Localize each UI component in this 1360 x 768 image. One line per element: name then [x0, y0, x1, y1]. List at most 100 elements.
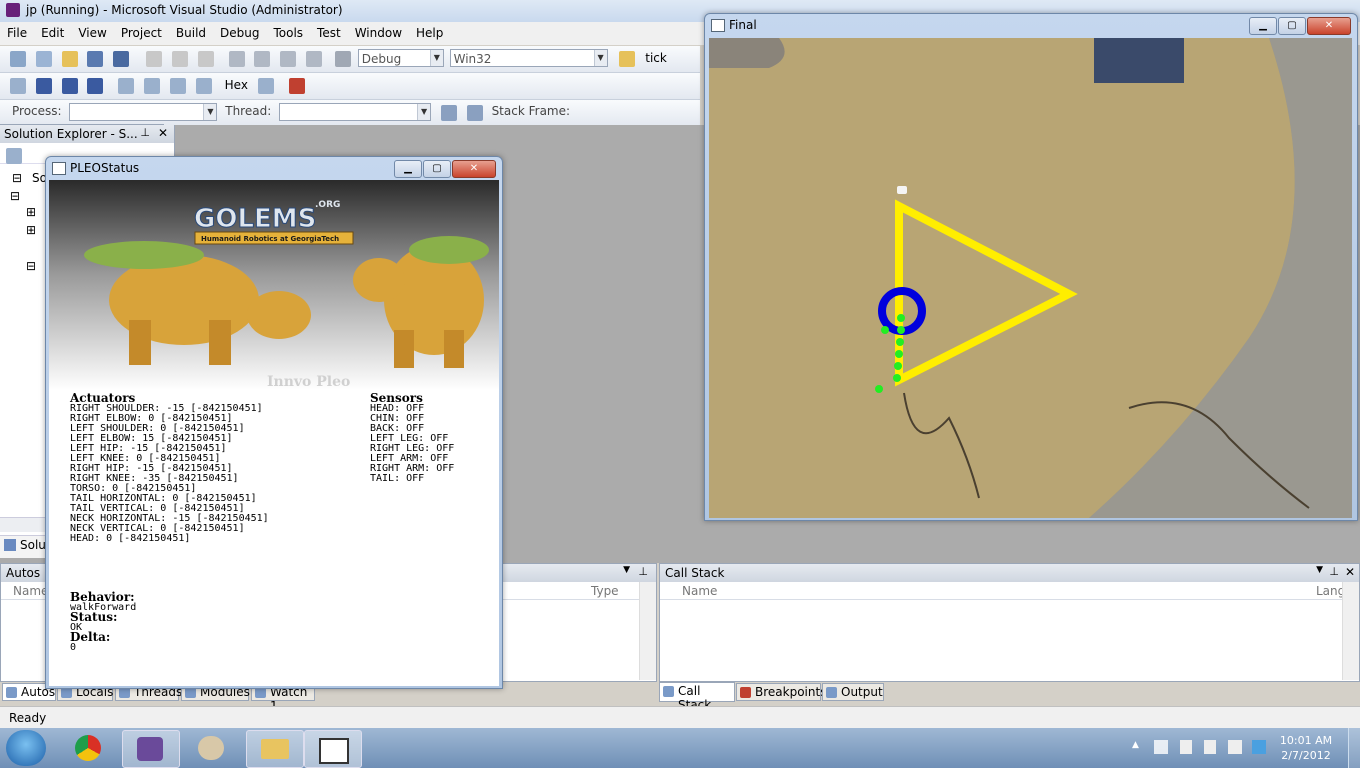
trajectory-dot	[893, 374, 901, 382]
step-out-icon[interactable]	[195, 78, 212, 94]
step-over-icon[interactable]	[169, 78, 186, 94]
network-signal-icon[interactable]	[1228, 740, 1242, 754]
camera-frame	[709, 38, 1352, 518]
tab-output[interactable]: Output	[822, 683, 884, 701]
close-icon[interactable]: ✕	[1345, 565, 1355, 579]
maximize-button[interactable]: ▢	[423, 160, 451, 178]
new-project-icon[interactable]	[10, 51, 26, 67]
menu-debug[interactable]: Debug	[213, 22, 266, 40]
close-icon[interactable]: ✕	[158, 126, 168, 140]
open-file-icon[interactable]	[61, 51, 78, 67]
filter-icon[interactable]	[440, 105, 457, 121]
vertical-scrollbar[interactable]	[1342, 582, 1359, 680]
column-language[interactable]: Lang	[1316, 584, 1345, 598]
restart-icon[interactable]	[87, 78, 104, 94]
cut-icon[interactable]	[146, 51, 163, 67]
taskbar-explorer[interactable]	[246, 730, 304, 768]
tab-call-stack[interactable]: Call Stack	[659, 682, 735, 712]
undo-icon[interactable]	[228, 51, 245, 67]
menu-test[interactable]: Test	[310, 22, 348, 40]
tab-breakpoints[interactable]: Breakpoints	[736, 683, 826, 701]
tree-expand-icon[interactable]: ⊟	[10, 189, 20, 203]
tray-clock[interactable]: 10:01 AM 2/7/2012	[1276, 733, 1336, 763]
hex-toggle-button[interactable]: Hex	[225, 78, 248, 92]
action-center-flag-icon[interactable]	[1154, 740, 1168, 754]
chrome-icon	[75, 735, 101, 761]
start-debugging-icon[interactable]	[334, 51, 351, 67]
save-all-icon[interactable]	[113, 51, 130, 67]
break-all-icon[interactable]	[35, 78, 52, 94]
find-in-files-icon[interactable]	[619, 51, 636, 67]
save-icon[interactable]	[87, 51, 104, 67]
dropbox-icon[interactable]	[1252, 740, 1266, 754]
menu-view[interactable]: View	[71, 22, 113, 40]
menu-tools[interactable]: Tools	[266, 22, 310, 40]
menu-file[interactable]: File	[0, 22, 34, 40]
find-input[interactable]: tick	[642, 49, 682, 67]
debug-toolbar: Hex	[0, 73, 700, 100]
volume-icon[interactable]	[1204, 740, 1216, 754]
menu-edit[interactable]: Edit	[34, 22, 71, 40]
dinosaur-left-leg	[129, 320, 151, 365]
pin-icon[interactable]: ⊥	[638, 565, 648, 578]
vertical-scrollbar[interactable]	[639, 582, 656, 680]
taskbar-paint[interactable]	[184, 730, 240, 766]
breakpoints-icon[interactable]	[288, 78, 305, 94]
menu-project[interactable]: Project	[114, 22, 169, 40]
solution-platform-select[interactable]: Win32 ▼	[449, 49, 608, 67]
thread-select[interactable]: ▼	[279, 103, 432, 121]
minimize-button[interactable]: ▁	[1249, 17, 1277, 35]
menu-help[interactable]: Help	[409, 22, 450, 40]
process-select[interactable]: ▼	[69, 103, 218, 121]
taskbar-app-window[interactable]	[304, 730, 362, 768]
minimize-button[interactable]: ▁	[394, 160, 422, 178]
chevron-down-icon[interactable]: ▼	[1316, 565, 1323, 575]
pin-icon[interactable]: ⊥	[1329, 565, 1339, 578]
close-button[interactable]: ✕	[1307, 17, 1351, 35]
menu-window[interactable]: Window	[348, 22, 409, 40]
menu-build[interactable]: Build	[169, 22, 213, 40]
tree-expand-icon[interactable]: ⊟	[12, 171, 22, 185]
tree-expand-icon[interactable]: ⊞	[26, 223, 36, 237]
flag-threads-icon[interactable]	[466, 105, 483, 121]
hex-icon[interactable]	[257, 78, 274, 94]
stop-debugging-icon[interactable]	[61, 78, 78, 94]
properties-icon[interactable]	[6, 148, 22, 164]
camera-view	[709, 38, 1352, 518]
pin-icon[interactable]: ⊥	[140, 126, 150, 139]
solution-config-select[interactable]: Debug ▼	[357, 49, 444, 67]
show-next-statement-icon[interactable]	[118, 78, 135, 94]
navigate-back-icon[interactable]	[280, 51, 297, 67]
paste-icon[interactable]	[197, 51, 214, 67]
column-type[interactable]: Type	[591, 584, 619, 598]
dinosaur-right-leg	[394, 330, 414, 368]
trajectory-dot	[896, 338, 904, 346]
paint-icon	[198, 736, 224, 760]
tab-solution-explorer[interactable]: Solu	[20, 538, 46, 552]
call-stack-title: Call Stack	[665, 566, 725, 580]
solution-platform-value: Win32	[453, 52, 492, 66]
column-name[interactable]: Name	[682, 584, 717, 598]
add-item-icon[interactable]	[35, 51, 52, 67]
step-into-icon[interactable]	[144, 78, 161, 94]
pleo-status-window: PLEOStatus ▁ ▢ ✕ GOLEMS .ORG Humanoid Ro…	[45, 156, 503, 689]
redo-icon[interactable]	[254, 51, 271, 67]
maximize-button[interactable]: ▢	[1278, 17, 1306, 35]
taskbar-visual-studio[interactable]	[122, 730, 180, 768]
chevron-down-icon[interactable]: ▼	[623, 565, 630, 575]
delta-value: 0	[70, 642, 77, 653]
close-button[interactable]: ✕	[452, 160, 496, 178]
tree-expand-icon[interactable]: ⊞	[26, 205, 36, 219]
taskbar-chrome[interactable]	[61, 730, 117, 766]
start-button[interactable]	[6, 730, 46, 766]
navigate-forward-icon[interactable]	[306, 51, 323, 67]
device-icon[interactable]	[1180, 740, 1192, 754]
show-desktop-button[interactable]	[1348, 728, 1360, 768]
call-stack-pane: Call Stack ▼ ⊥ ✕ Name Lang	[659, 563, 1360, 682]
tree-expand-icon[interactable]: ⊟	[26, 259, 36, 273]
column-name[interactable]: Name	[13, 584, 48, 598]
debug-location-toolbar: Process: ▼ Thread: ▼ Stack Frame: ▼	[0, 100, 700, 142]
show-hidden-icons[interactable]: ▲	[1132, 740, 1139, 750]
continue-icon[interactable]	[10, 78, 26, 94]
copy-icon[interactable]	[171, 51, 188, 67]
